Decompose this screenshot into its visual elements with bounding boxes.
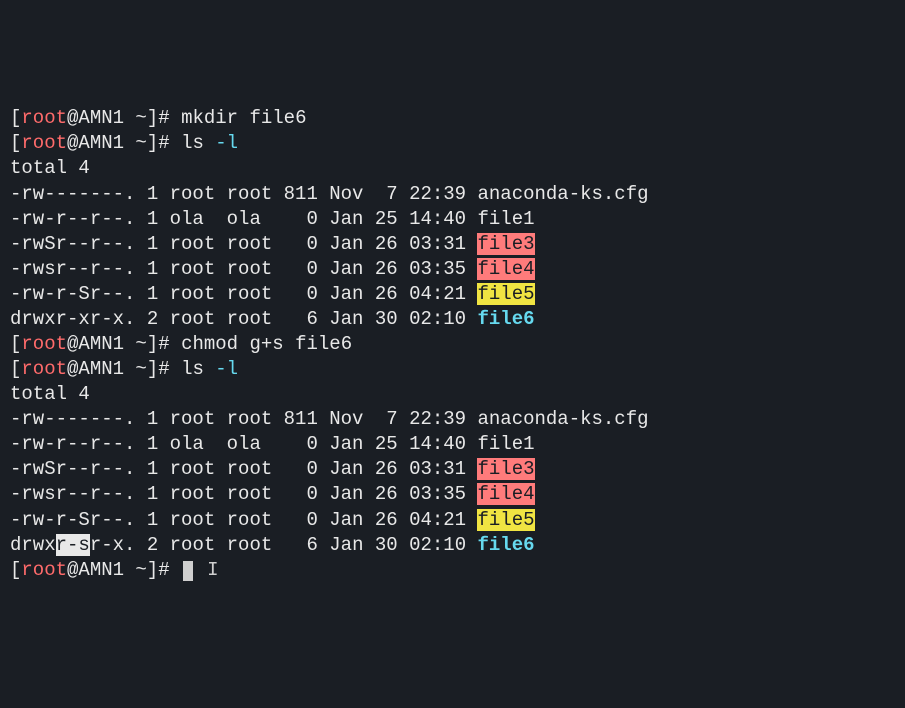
total-line-1: total 4	[10, 157, 90, 179]
prompt-line-3: [root@AMN1 ~]# chmod g+s file6	[10, 333, 352, 355]
prompt-user: root	[21, 358, 67, 380]
prompt-at: @	[67, 358, 78, 380]
perm: -rwsr--r--.	[10, 258, 135, 280]
prompt-close: ]#	[147, 132, 181, 154]
prompt-at: @	[67, 132, 78, 154]
list-row: -rw-r--r--. 1 ola ola 0 Jan 25 14:40 fil…	[10, 433, 535, 455]
prompt-line-2: [root@AMN1 ~]# ls -l	[10, 132, 238, 154]
filename-dir: file6	[478, 534, 535, 556]
prompt-line-1: [root@AMN1 ~]# mkdir file6	[10, 107, 306, 129]
prompt-open: [	[10, 358, 21, 380]
prompt-close: ]#	[147, 107, 181, 129]
perm: -rw-------.	[10, 183, 135, 205]
filename-suid-no-exec: file3	[477, 458, 534, 480]
meta: 2 root root 6 Jan 30 02:10	[135, 534, 477, 556]
prompt-host: AMN1	[78, 333, 124, 355]
list-row: -rwsr--r--. 1 root root 0 Jan 26 03:35 f…	[10, 483, 535, 505]
prompt-close: ]#	[147, 333, 181, 355]
list-row: drwxr-sr-x. 2 root root 6 Jan 30 02:10 f…	[10, 534, 535, 556]
cmd-ls-2: ls	[181, 358, 215, 380]
cursor-icon	[183, 561, 193, 581]
list-row: drwxr-xr-x. 2 root root 6 Jan 30 02:10 f…	[10, 308, 535, 330]
prompt-line-4: [root@AMN1 ~]# ls -l	[10, 358, 238, 380]
filename: file1	[477, 208, 534, 230]
prompt-tilde: ~	[124, 559, 147, 581]
prompt-tilde: ~	[124, 333, 147, 355]
filename: anaconda-ks.cfg	[477, 408, 648, 430]
filename-dir: file6	[477, 308, 534, 330]
cmd-mkdir: mkdir file6	[181, 107, 306, 129]
perm: -rwSr--r--.	[10, 458, 135, 480]
perm: drwxr-xr-x.	[10, 308, 135, 330]
filename: anaconda-ks.cfg	[477, 183, 648, 205]
meta: 1 root root 0 Jan 26 04:21	[135, 283, 477, 305]
meta: 1 root root 811 Nov 7 22:39	[135, 183, 477, 205]
cmd-ls-flag-2: -l	[215, 358, 238, 380]
prompt-open: [	[10, 132, 21, 154]
prompt-tilde: ~	[124, 132, 147, 154]
terminal[interactable]: [root@AMN1 ~]# mkdir file6 [root@AMN1 ~]…	[10, 106, 895, 582]
list-row: -rw-r--r--. 1 ola ola 0 Jan 25 14:40 fil…	[10, 208, 535, 230]
perm: -rw-r-Sr--.	[10, 283, 135, 305]
list-row: -rw-------. 1 root root 811 Nov 7 22:39 …	[10, 408, 649, 430]
meta: 1 root root 0 Jan 26 03:31	[135, 458, 477, 480]
filename-sgid-no-exec: file5	[477, 509, 534, 531]
prompt-at: @	[67, 107, 78, 129]
list-row: -rw-r-Sr--. 1 root root 0 Jan 26 04:21 f…	[10, 509, 535, 531]
perm: -rwSr--r--.	[10, 233, 135, 255]
list-row: -rwSr--r--. 1 root root 0 Jan 26 03:31 f…	[10, 233, 535, 255]
perm-highlight: r-s	[56, 534, 90, 556]
meta: 1 ola ola 0 Jan 25 14:40	[135, 208, 477, 230]
prompt-user: root	[21, 132, 67, 154]
prompt-tilde: ~	[124, 107, 147, 129]
prompt-host: AMN1	[78, 559, 124, 581]
prompt-user: root	[21, 559, 67, 581]
total-line-2: total 4	[10, 383, 90, 405]
cmd-ls: ls	[181, 132, 215, 154]
perm-c: r-x.	[90, 534, 136, 556]
meta: 2 root root 6 Jan 30 02:10	[135, 308, 477, 330]
perm: -rw-r--r--.	[10, 208, 135, 230]
prompt-user: root	[21, 333, 67, 355]
prompt-open: [	[10, 559, 21, 581]
meta: 1 ola ola 0 Jan 25 14:40	[135, 433, 477, 455]
filename-sgid-no-exec: file5	[477, 283, 534, 305]
filename-suid-no-exec: file3	[477, 233, 534, 255]
text-cursor-icon: I	[207, 559, 218, 581]
filename: file1	[477, 433, 534, 455]
prompt-line-5[interactable]: [root@AMN1 ~]# I	[10, 559, 218, 581]
perm-a: drwx	[10, 534, 56, 556]
prompt-host: AMN1	[78, 132, 124, 154]
list-row: -rwsr--r--. 1 root root 0 Jan 26 03:35 f…	[10, 258, 535, 280]
meta: 1 root root 0 Jan 26 03:35	[135, 483, 477, 505]
list-row: -rw-------. 1 root root 811 Nov 7 22:39 …	[10, 183, 649, 205]
prompt-close: ]#	[147, 559, 181, 581]
list-row: -rw-r-Sr--. 1 root root 0 Jan 26 04:21 f…	[10, 283, 535, 305]
prompt-close: ]#	[147, 358, 181, 380]
perm: -rw-r-Sr--.	[10, 509, 135, 531]
prompt-host: AMN1	[78, 358, 124, 380]
cmd-chmod: chmod g+s file6	[181, 333, 352, 355]
prompt-at: @	[67, 333, 78, 355]
perm: -rwsr--r--.	[10, 483, 135, 505]
filename-suid: file4	[477, 483, 534, 505]
meta: 1 root root 0 Jan 26 03:35	[135, 258, 477, 280]
prompt-open: [	[10, 107, 21, 129]
prompt-tilde: ~	[124, 358, 147, 380]
meta: 1 root root 0 Jan 26 03:31	[135, 233, 477, 255]
filename-suid: file4	[477, 258, 534, 280]
perm: -rw-r--r--.	[10, 433, 135, 455]
perm: -rw-------.	[10, 408, 135, 430]
prompt-user: root	[21, 107, 67, 129]
meta: 1 root root 811 Nov 7 22:39	[135, 408, 477, 430]
prompt-at: @	[67, 559, 78, 581]
cmd-ls-flag: -l	[215, 132, 238, 154]
meta: 1 root root 0 Jan 26 04:21	[135, 509, 477, 531]
list-row: -rwSr--r--. 1 root root 0 Jan 26 03:31 f…	[10, 458, 535, 480]
prompt-host: AMN1	[78, 107, 124, 129]
prompt-open: [	[10, 333, 21, 355]
